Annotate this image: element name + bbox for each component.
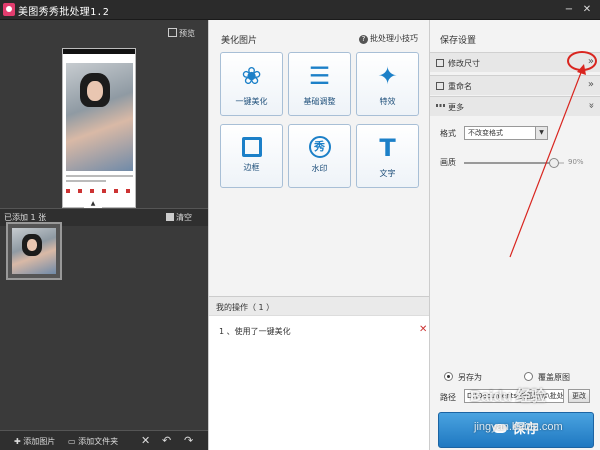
operations-header: 我的操作（ 1 ）: [209, 296, 429, 316]
frame-button[interactable]: 边框: [220, 124, 283, 188]
add-folder-button[interactable]: ▭ 添加文件夹: [68, 436, 118, 447]
app-logo-icon: [3, 3, 15, 16]
rename-section[interactable]: 重命名 »: [430, 75, 600, 95]
more-dots-icon: [436, 104, 445, 107]
watermark: Baidu 经验 jingyan.baidu.com: [470, 385, 598, 445]
minimize-button[interactable]: −: [562, 4, 576, 15]
one-click-beautify-button[interactable]: ❀ 一键美化: [220, 52, 283, 116]
overwrite-radio[interactable]: [524, 372, 533, 381]
large-preview-image: [62, 48, 136, 208]
beautify-panel: 美化图片 ? 批处理小技巧 ❀ 一键美化 ☰ 基础调整 ✦ 特效 边框 秀 水印 …: [208, 20, 430, 450]
text-button[interactable]: T 文字: [356, 124, 419, 188]
delete-icon[interactable]: ✕: [141, 435, 150, 446]
question-icon: ?: [359, 35, 368, 44]
image-list-panel: 预览 ▲ 已添加 1 张 清空 ✚ 添加图片 ▭ 添加文件夹 ✕ ↶ ↷: [0, 20, 208, 450]
watermark-logo: Baidu 经验: [470, 388, 546, 405]
title-bar: 美图秀秀批处理1.2 − ✕: [0, 0, 600, 20]
rename-icon: [436, 82, 444, 90]
undo-icon[interactable]: ↶: [162, 435, 171, 446]
format-label: 格式: [440, 129, 456, 138]
tips-link[interactable]: ? 批处理小技巧: [359, 33, 418, 44]
left-toolbar: ✚ 添加图片 ▭ 添加文件夹 ✕ ↶ ↷: [0, 430, 208, 450]
effects-button[interactable]: ✦ 特效: [356, 52, 419, 116]
save-settings-title: 保存设置: [440, 36, 477, 46]
clear-button[interactable]: 清空: [166, 212, 192, 223]
save-as-radio[interactable]: [444, 372, 453, 381]
redo-icon[interactable]: ↷: [184, 435, 193, 446]
save-as-option[interactable]: 另存为: [444, 372, 482, 383]
expand-chevron-icon[interactable]: »: [588, 79, 594, 90]
tulip-icon: ❀: [241, 62, 262, 90]
magic-wand-icon: ✦: [377, 62, 398, 90]
path-label: 路径: [440, 393, 456, 402]
crop-icon: [436, 59, 444, 67]
more-section[interactable]: 更多 »: [430, 96, 600, 116]
overwrite-option[interactable]: 覆盖原图: [524, 372, 570, 383]
close-button[interactable]: ✕: [580, 4, 594, 15]
watermark-url: jingyan.baidu.com: [474, 421, 563, 433]
frame-icon: [241, 137, 262, 157]
portrait-photo: [66, 63, 133, 171]
operation-item: 1 、使用了一键美化: [219, 327, 291, 336]
collapse-preview-button[interactable]: ▲: [84, 200, 102, 208]
quality-label: 画质: [440, 158, 456, 167]
basic-adjust-button[interactable]: ☰ 基础调整: [288, 52, 351, 116]
trash-icon: [166, 213, 174, 221]
text-icon: T: [379, 134, 396, 162]
quality-slider-thumb[interactable]: [549, 158, 559, 168]
beautify-title: 美化图片: [221, 36, 258, 46]
quality-value: 90%: [568, 158, 584, 166]
annotation-circle: [567, 51, 597, 71]
preview-label: 预览: [179, 29, 195, 38]
window-title: 美图秀秀批处理1.2: [18, 7, 110, 18]
watermark-button[interactable]: 秀 水印: [288, 124, 351, 188]
image-thumbnail[interactable]: [6, 222, 62, 280]
preview-button[interactable]: 预览: [168, 28, 195, 39]
sliders-icon: ☰: [308, 62, 331, 90]
clear-label: 清空: [176, 213, 192, 222]
watermark-icon: 秀: [308, 136, 331, 158]
dropdown-arrow-icon[interactable]: ▼: [535, 127, 547, 139]
add-image-button[interactable]: ✚ 添加图片: [14, 436, 55, 447]
remove-operation-icon[interactable]: ✕: [419, 324, 427, 335]
operations-title: 我的操作（ 1 ）: [216, 303, 275, 312]
operations-list: 1 、使用了一键美化 ✕: [209, 316, 429, 450]
collapse-chevron-icon[interactable]: »: [585, 102, 596, 108]
preview-icon: [168, 28, 177, 37]
quality-slider[interactable]: [464, 158, 564, 168]
format-select[interactable]: 不改变格式 ▼: [464, 126, 548, 140]
